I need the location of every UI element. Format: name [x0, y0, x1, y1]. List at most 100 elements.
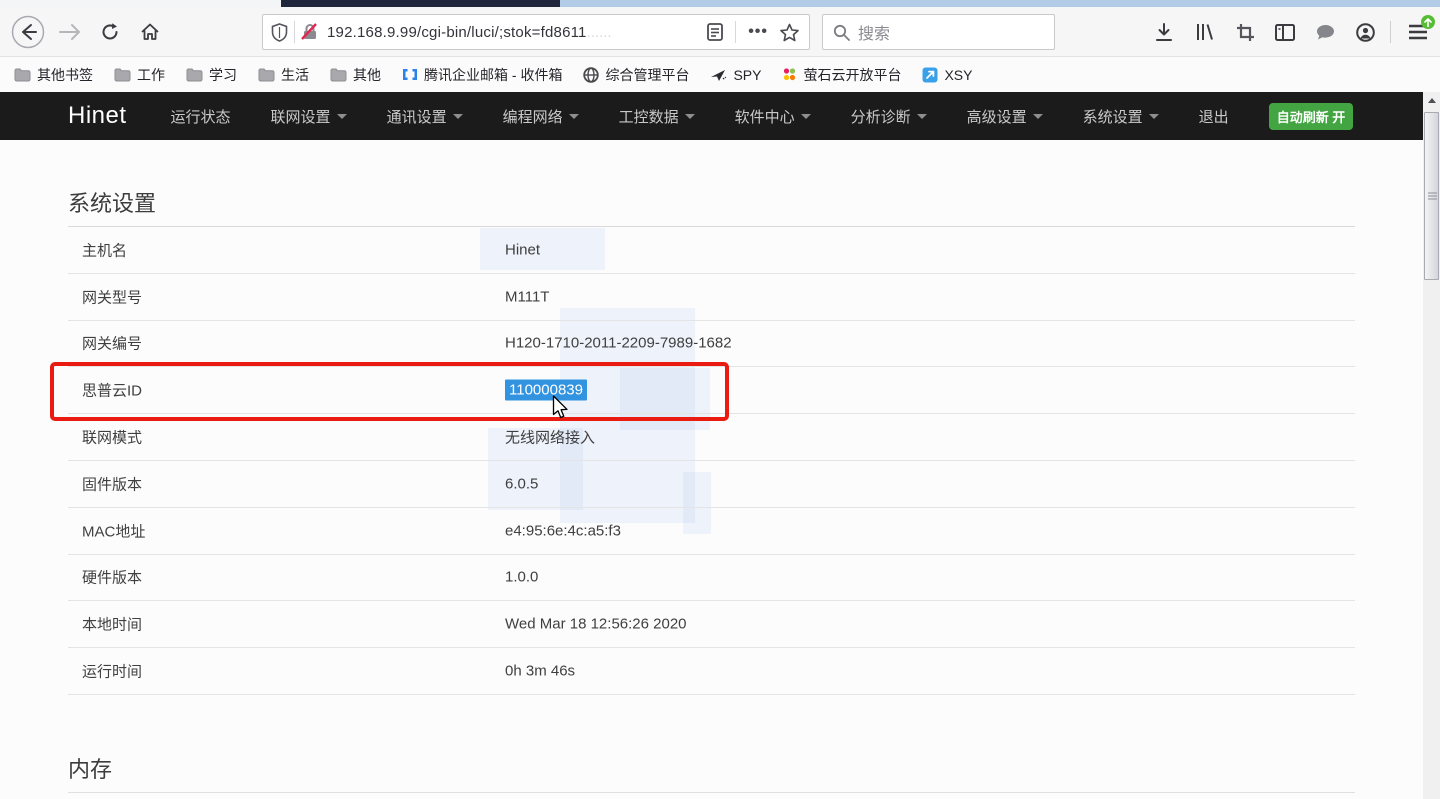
forward-button[interactable]	[52, 7, 88, 57]
scrollbar-thumb[interactable]	[1424, 112, 1439, 280]
nav-item-label: 软件中心	[735, 106, 795, 127]
row-label: MAC地址	[82, 520, 145, 541]
section-title-memory: 内存	[68, 752, 112, 784]
folder-icon	[14, 68, 31, 82]
nav-item-label: 运行状态	[171, 106, 231, 127]
bookmark-item[interactable]: SPY	[710, 67, 761, 83]
nav-item-8[interactable]: 高级设置	[967, 106, 1043, 127]
page-content: 系统设置 主机名Hinet网关型号M111T网关编号H120-1710-2011…	[0, 140, 1423, 799]
table-row: 主机名 Hinet	[68, 227, 1355, 274]
tab-strip-segment	[560, 0, 1440, 7]
row-label: 主机名	[82, 239, 127, 260]
bookmark-label: 其他书签	[37, 65, 93, 85]
search-icon	[833, 24, 850, 41]
bookmark-label: 学习	[209, 65, 237, 85]
bookmark-item[interactable]: 学习	[186, 65, 237, 85]
row-label: 固件版本	[82, 473, 142, 494]
app-logo[interactable]: Hinet	[68, 102, 127, 130]
sidebar-toggle-icon[interactable]	[1267, 7, 1303, 57]
row-value: 1.0.0	[505, 569, 538, 586]
reader-mode-icon[interactable]	[707, 23, 723, 41]
nav-item-label: 联网设置	[271, 106, 331, 127]
chevron-down-icon	[337, 114, 347, 119]
row-value: e4:95:6e:4c:a5:f3	[505, 522, 621, 539]
bookmark-item[interactable]: 其他	[330, 65, 381, 85]
bookmark-item[interactable]: 其他书签	[14, 65, 93, 85]
chevron-down-icon	[453, 114, 463, 119]
chevron-down-icon	[685, 114, 695, 119]
row-value: H120-1710-2011-2209-7989-1682	[505, 335, 732, 352]
xsy-icon	[922, 67, 938, 83]
nav-item-label: 编程网络	[503, 106, 563, 127]
chevron-down-icon	[801, 114, 811, 119]
nav-item-label: 退出	[1199, 106, 1229, 127]
search-placeholder: 搜索	[858, 20, 890, 44]
table-row: 硬件版本 1.0.0	[68, 555, 1355, 602]
row-value: Hinet	[505, 241, 540, 258]
nav-item-9[interactable]: 系统设置	[1083, 106, 1159, 127]
tab-strip-segment	[0, 0, 281, 7]
downloads-icon[interactable]	[1146, 7, 1182, 57]
bookmark-item[interactable]: 萤石云开放平台	[782, 65, 901, 85]
bookmark-star-icon[interactable]	[780, 23, 799, 42]
bookmark-label: 工作	[137, 65, 165, 85]
browser-toolbar: 192.168.9.99/cgi-bin/luci/;stok=fd8611 .…	[0, 7, 1440, 57]
home-button[interactable]	[132, 7, 168, 57]
folder-icon	[186, 68, 203, 82]
row-label: 硬件版本	[82, 567, 142, 588]
bookmark-label: XSY	[944, 67, 972, 83]
url-bar[interactable]: 192.168.9.99/cgi-bin/luci/;stok=fd8611 .…	[262, 14, 810, 50]
bookmark-label: 生活	[281, 65, 309, 85]
row-value: 无线网络接入	[505, 427, 595, 448]
nav-item-label: 高级设置	[967, 106, 1027, 127]
search-bar[interactable]: 搜索	[822, 14, 1055, 50]
bookmark-item[interactable]: 生活	[258, 65, 309, 85]
page-title: 系统设置	[68, 186, 156, 218]
bookmark-label: 萤石云开放平台	[803, 65, 901, 85]
nav-item-10[interactable]: 退出	[1199, 106, 1229, 127]
nav-item-4[interactable]: 编程网络	[503, 106, 579, 127]
ezviz-icon	[782, 67, 797, 82]
account-icon[interactable]	[1347, 7, 1383, 57]
table-row: 固件版本6.0.5	[68, 461, 1355, 508]
nav-item-7[interactable]: 分析诊断	[851, 106, 927, 127]
bookmark-item[interactable]: XSY	[922, 67, 972, 83]
url-text[interactable]: 192.168.9.99/cgi-bin/luci/;stok=fd8611	[327, 24, 587, 41]
tencent-mail-icon	[402, 68, 418, 81]
back-button[interactable]	[8, 7, 48, 57]
bookmark-item[interactable]: 腾讯企业邮箱 - 收件箱	[402, 65, 562, 85]
window-top-strip	[0, 0, 1440, 7]
nav-item-5[interactable]: 工控数据	[619, 106, 695, 127]
table-row: 网关型号M111T	[68, 274, 1355, 321]
row-value: Wed Mar 18 12:56:26 2020	[505, 616, 687, 633]
vertical-scrollbar[interactable]	[1423, 92, 1440, 799]
screenshot-icon[interactable]	[1227, 7, 1263, 57]
library-icon[interactable]	[1187, 7, 1223, 57]
reload-button[interactable]	[92, 7, 128, 57]
bookmark-label: 其他	[353, 65, 381, 85]
nav-item-2[interactable]: 联网设置	[271, 106, 347, 127]
nav-item-label: 分析诊断	[851, 106, 911, 127]
menu-hamburger-icon[interactable]	[1398, 7, 1438, 57]
table-row: 运行时间0h 3m 46s	[68, 648, 1355, 695]
scrollbar-grip	[1428, 191, 1437, 202]
chat-bubble-icon[interactable]	[1307, 7, 1343, 57]
page-actions-dots-icon[interactable]: •••	[748, 23, 768, 41]
table-row: 思普云ID110000839	[68, 367, 1355, 414]
nav-item-3[interactable]: 通讯设置	[387, 106, 463, 127]
chevron-down-icon	[917, 114, 927, 119]
tab-strip-segment	[281, 0, 560, 7]
nav-item-6[interactable]: 软件中心	[735, 106, 811, 127]
row-label: 联网模式	[82, 427, 142, 448]
nav-item-label: 系统设置	[1083, 106, 1143, 127]
bookmark-item[interactable]: 综合管理平台	[583, 65, 689, 85]
scrollbar-up-arrow[interactable]	[1423, 92, 1440, 108]
auto-refresh-badge[interactable]: 自动刷新 开	[1269, 103, 1354, 130]
nav-item-label: 通讯设置	[387, 106, 447, 127]
bookmark-item[interactable]: 工作	[114, 65, 165, 85]
insecure-lock-icon[interactable]	[301, 23, 319, 41]
nav-item-1[interactable]: 运行状态	[171, 106, 231, 127]
system-info-table: 主机名Hinet网关型号M111T网关编号H120-1710-2011-2209…	[68, 226, 1355, 695]
row-value-selected[interactable]: 110000839	[505, 380, 587, 401]
tracking-protection-shield-icon[interactable]	[271, 23, 288, 42]
